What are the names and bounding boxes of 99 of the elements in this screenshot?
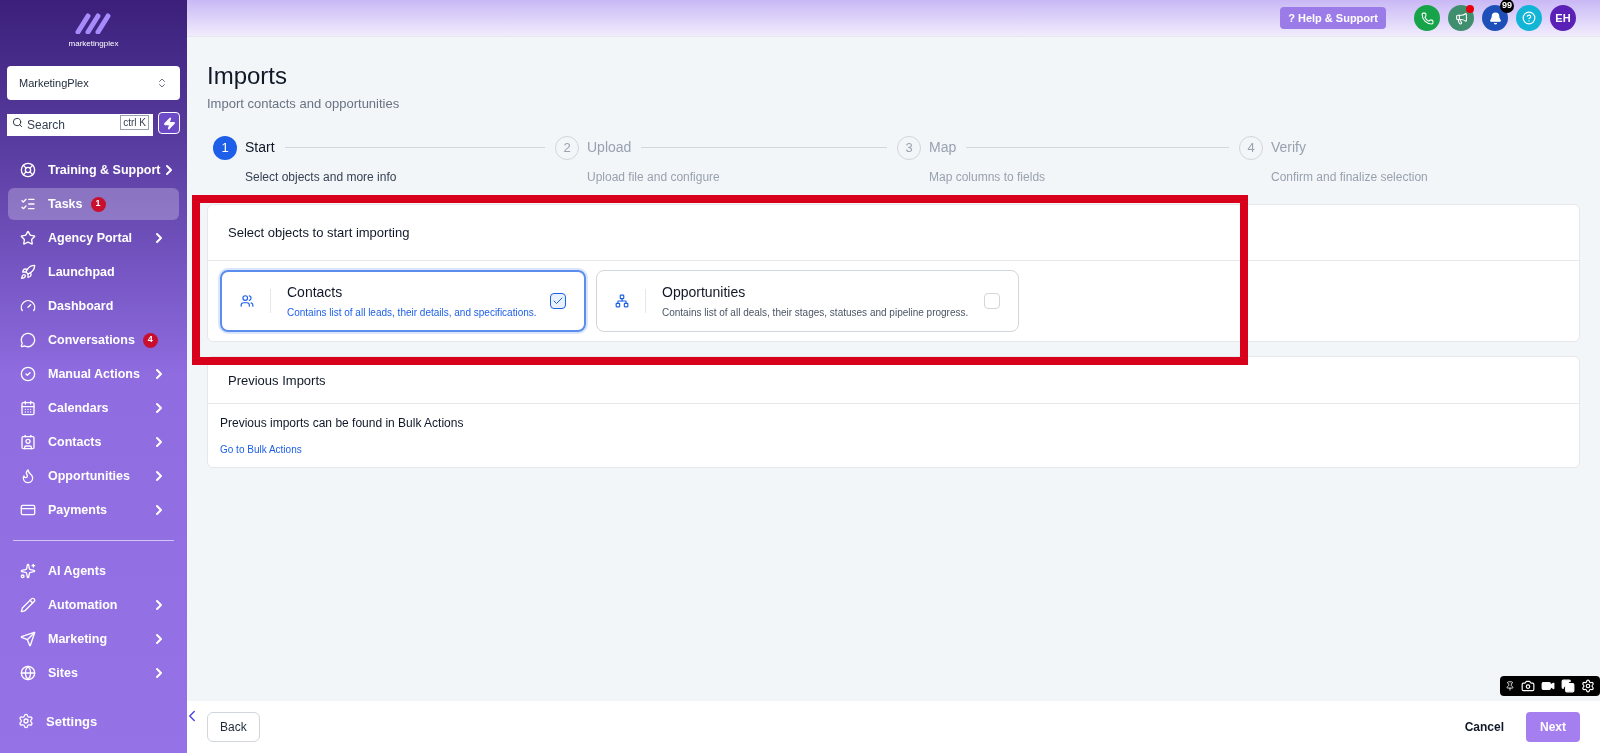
page-subtitle: Import contacts and opportunities <box>207 95 401 113</box>
megaphone-icon <box>1454 11 1468 25</box>
step-description: Confirm and finalize selection <box>1271 168 1428 186</box>
search-icon <box>12 117 23 128</box>
sidebar-label: Launchpad <box>48 263 115 281</box>
people-icon <box>240 294 254 308</box>
option-checkbox[interactable] <box>550 293 566 309</box>
question-icon <box>1522 11 1536 25</box>
next-button[interactable]: Next <box>1526 712 1580 742</box>
settings-icon <box>18 713 34 730</box>
info-text: Previous imports can be found in Bulk Actions <box>219 414 465 432</box>
quick-action-button[interactable] <box>158 112 180 134</box>
step-title: Map <box>929 138 957 157</box>
sidebar-label: Tasks <box>48 195 83 213</box>
network-icon <box>615 294 629 308</box>
bell-icon <box>1488 11 1502 25</box>
phone-icon <box>1420 11 1434 25</box>
up-down-icon <box>156 77 168 89</box>
step-title: Upload <box>587 138 632 157</box>
sidebar-item[interactable]: Calendars <box>8 392 179 424</box>
step-description: Select objects and more info <box>245 168 398 186</box>
step-title: Verify <box>1271 138 1306 157</box>
sidebar-item[interactable]: Marketing <box>8 623 179 655</box>
sidebar-item[interactable]: Payments <box>8 494 179 526</box>
checklist-icon <box>20 196 36 212</box>
sidebar-label: Manual Actions <box>48 365 140 383</box>
page-title: Imports <box>207 64 288 88</box>
gear-icon <box>1581 679 1595 693</box>
settings-link[interactable]: Settings <box>0 711 187 731</box>
pin-icon <box>1505 681 1515 691</box>
sidebar-item[interactable]: Manual Actions <box>8 358 179 390</box>
object-option-card[interactable]: Contacts Contains list of all leads, their details, and specifications. <box>220 270 586 332</box>
windows-icon <box>1561 679 1575 693</box>
video-camera-icon <box>1541 679 1555 693</box>
count-badge: 4 <box>142 332 158 348</box>
option-title: Contacts <box>287 283 344 302</box>
star-icon <box>20 230 36 246</box>
back-button[interactable]: Back <box>207 712 260 742</box>
sidebar-item[interactable]: Automation <box>8 589 179 621</box>
help-support-button[interactable]: ? Help & Support <box>1280 7 1386 29</box>
option-title: Opportunities <box>662 283 747 302</box>
sidebar-label: Training & Support <box>48 161 161 179</box>
notification-count: 99 <box>1500 0 1514 13</box>
option-description: Contains list of all leads, their details, and specifications. <box>287 306 538 320</box>
sparkles-icon <box>20 563 36 579</box>
lifebuoy-icon <box>20 162 36 178</box>
lightning-icon <box>162 116 176 130</box>
card-heading: Previous Imports <box>208 357 1579 404</box>
user-avatar[interactable]: EH <box>1550 5 1576 31</box>
sidebar-label: Automation <box>48 596 118 614</box>
sidebar-label: Calendars <box>48 399 109 417</box>
phone-button[interactable] <box>1414 5 1440 31</box>
cancel-button[interactable]: Cancel <box>1454 712 1514 742</box>
calendar-icon <box>20 400 36 416</box>
shortcut-key: ctrl K <box>120 115 149 130</box>
chat-bubble-icon <box>20 332 36 348</box>
sidebar-item[interactable]: Opportunities <box>8 460 179 492</box>
account-selector[interactable]: MarketingPlex <box>7 66 180 100</box>
sidebar-label: Contacts <box>48 433 102 451</box>
sidebar-item[interactable]: Contacts <box>8 426 179 458</box>
sidebar-item[interactable]: Tasks 1 <box>8 188 179 220</box>
check-icon <box>552 295 564 307</box>
sidebar-label: Conversations <box>48 331 135 349</box>
sidebar-label: Marketing <box>48 630 108 648</box>
step-description: Upload file and configure <box>587 168 721 186</box>
sidebar-item[interactable]: Dashboard <box>8 290 179 322</box>
sidebar-label: Sites <box>48 664 78 682</box>
sidebar-item[interactable]: Conversations 4 <box>8 324 179 356</box>
bulk-actions-link[interactable]: Go to Bulk Actions <box>208 431 1579 467</box>
sidebar-label: Opportunities <box>48 467 130 485</box>
logo-text: marketingplex <box>68 38 119 50</box>
sidebar-label: AI Agents <box>48 562 106 580</box>
sidebar-item[interactable]: AI Agents <box>8 555 179 587</box>
contact-card-icon <box>20 434 36 450</box>
step-description: Map columns to fields <box>929 168 1047 186</box>
camera-icon <box>1521 679 1535 693</box>
sidebar-label: Payments <box>48 501 108 519</box>
sidebar-label: Dashboard <box>48 297 114 315</box>
sidebar-item[interactable]: Launchpad <box>8 256 179 288</box>
step-title: Start <box>245 138 275 157</box>
announcements-button[interactable] <box>1448 5 1474 31</box>
globe-icon <box>20 665 36 681</box>
pencil-icon <box>20 597 36 613</box>
gauge-icon <box>20 298 36 314</box>
sidebar-item[interactable]: Agency Portal <box>8 222 179 254</box>
paper-plane-icon <box>20 631 36 647</box>
sidebar-item[interactable]: Sites <box>8 657 179 689</box>
count-badge: 1 <box>90 196 106 212</box>
sidebar-label: Agency Portal <box>48 229 133 247</box>
card-heading: Select objects to start importing <box>208 204 1579 261</box>
step-number: 1 <box>213 135 237 160</box>
sidebar-item[interactable]: Training & Support <box>8 154 179 186</box>
logo-icon <box>73 12 114 34</box>
check-circle-icon <box>20 366 36 382</box>
option-description: Contains list of all deals, their stages, statuses and pipeline progress. <box>662 306 970 320</box>
object-option-card[interactable]: Opportunities Contains list of all deals, their stages, statuses and pipeline progress. <box>596 270 1019 332</box>
credit-card-icon <box>20 502 36 518</box>
rocket-icon <box>20 264 36 280</box>
flame-icon <box>20 468 36 484</box>
